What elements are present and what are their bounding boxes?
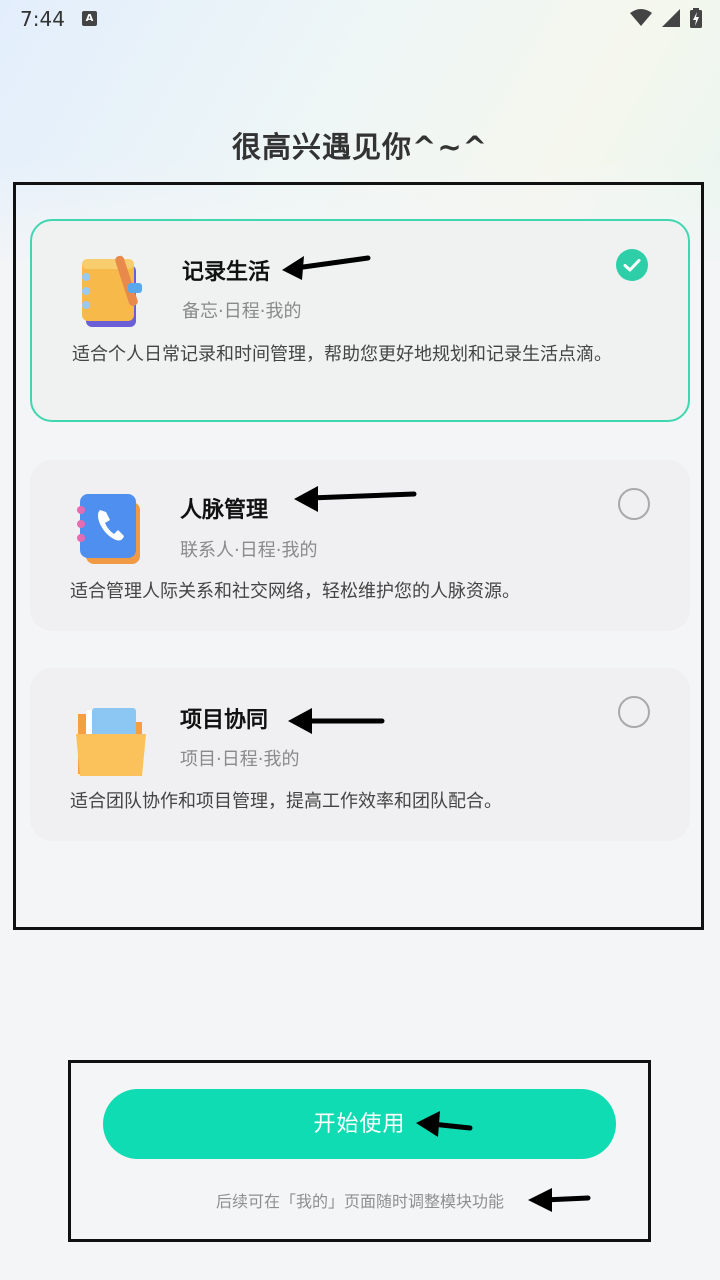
mode-tags: 项目·日程·我的 xyxy=(180,749,300,770)
wifi-icon xyxy=(630,9,652,26)
mode-tags: 备忘·日程·我的 xyxy=(182,301,302,322)
mode-title: 项目协同 xyxy=(180,708,269,733)
radio-unchecked-icon[interactable] xyxy=(618,488,650,520)
mode-description: 适合团队协作和项目管理，提高工作效率和团队配合。 xyxy=(70,791,502,812)
signal-icon xyxy=(662,9,680,27)
mode-card-projects[interactable]: 项目协同 项目·日程·我的 适合团队协作和项目管理，提高工作效率和团队配合。 xyxy=(30,668,690,841)
phonebook-icon xyxy=(77,494,140,564)
start-button[interactable]: 开始使用 xyxy=(103,1089,616,1159)
page-greeting: 很高兴遇见你^~^ xyxy=(232,130,488,164)
footnote: 后续可在「我的」页面随时调整模块功能 xyxy=(215,1192,504,1211)
mode-title: 人脉管理 xyxy=(180,498,269,523)
notebook-icon xyxy=(82,255,142,327)
mode-tags: 联系人·日程·我的 xyxy=(180,540,318,561)
mode-title: 记录生活 xyxy=(182,260,271,285)
status-time: 7:44 xyxy=(20,7,65,31)
status-icons xyxy=(630,8,702,28)
battery-charging-icon xyxy=(690,8,702,28)
folder-icon xyxy=(76,708,146,776)
mode-description: 适合个人日常记录和时间管理，帮助您更好地规划和记录生活点滴。 xyxy=(72,344,612,365)
mode-card-contacts[interactable]: 人脉管理 联系人·日程·我的 适合管理人际关系和社交网络，轻松维护您的人脉资源。 xyxy=(30,460,690,631)
radio-unchecked-icon[interactable] xyxy=(618,696,650,728)
notification-a-icon: A xyxy=(82,11,97,26)
mode-card-record-life[interactable]: 记录生活 备忘·日程·我的 适合个人日常记录和时间管理，帮助您更好地规划和记录生… xyxy=(30,219,690,422)
check-icon xyxy=(623,259,641,272)
status-bar: 7:44 A xyxy=(0,0,720,38)
radio-checked-icon[interactable] xyxy=(616,249,648,281)
mode-description: 适合管理人际关系和社交网络，轻松维护您的人脉资源。 xyxy=(70,581,520,602)
